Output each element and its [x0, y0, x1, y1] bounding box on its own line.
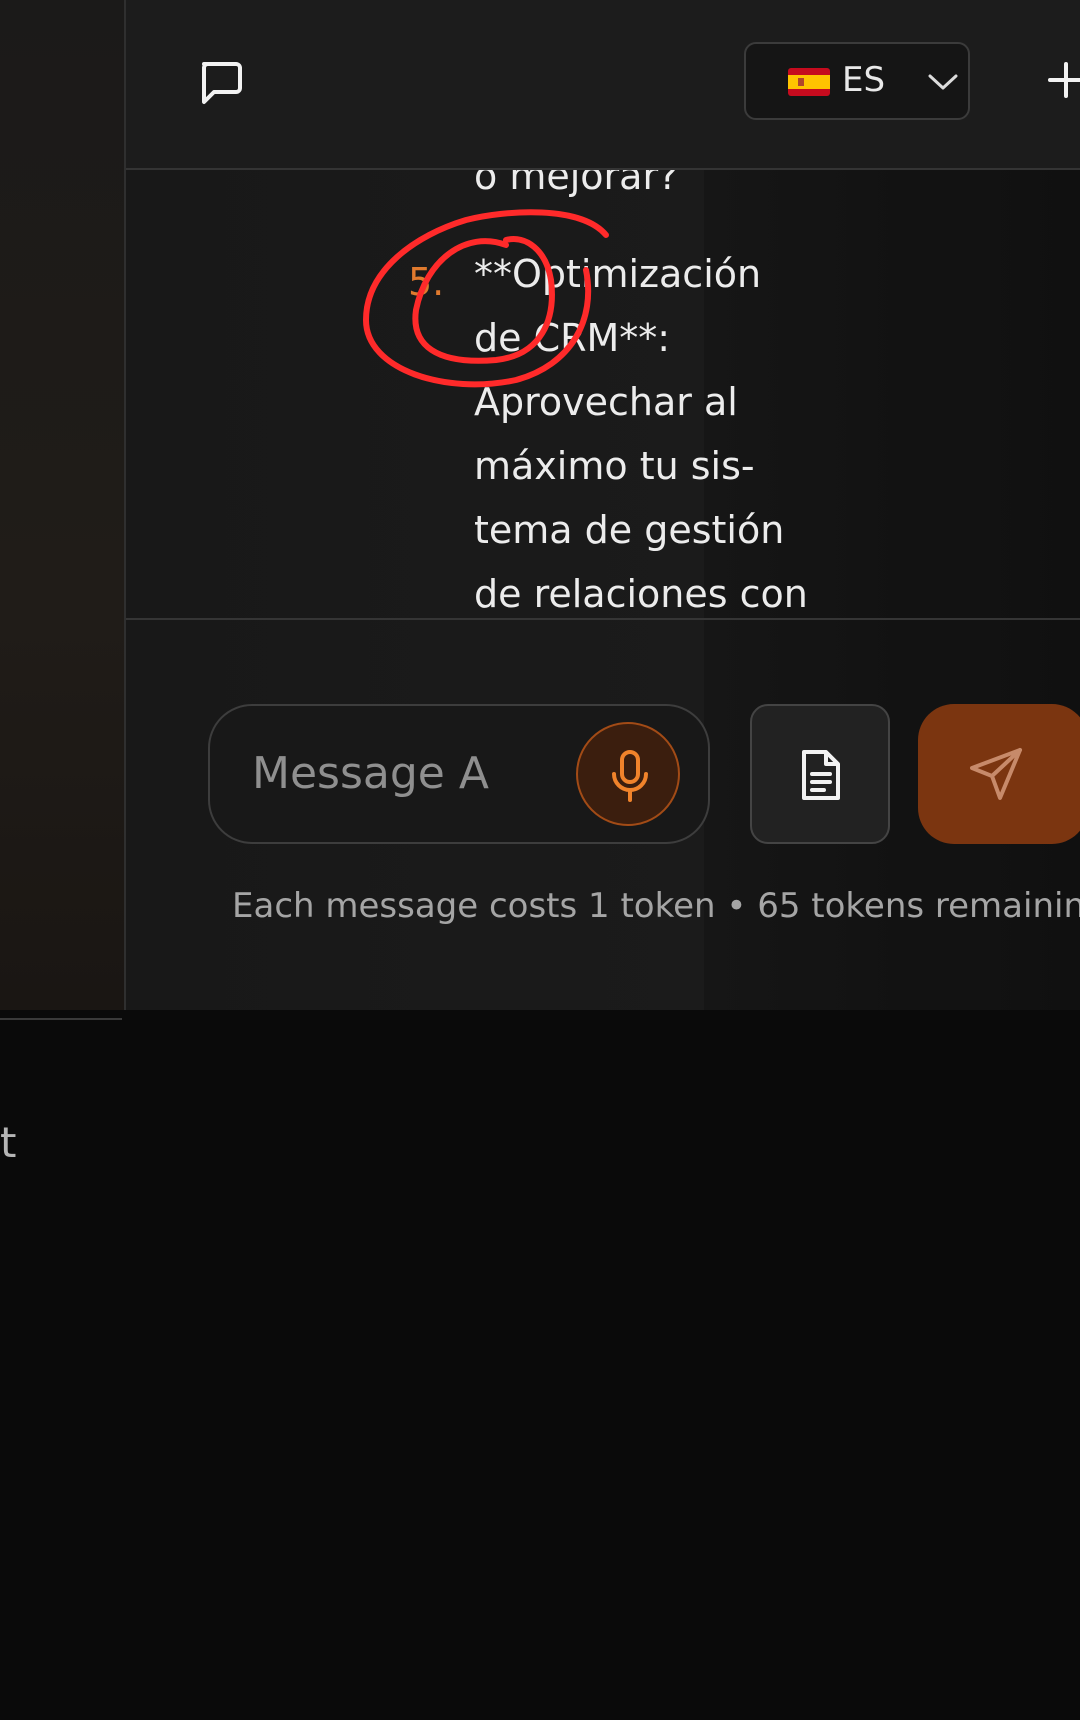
microphone-icon	[612, 750, 648, 802]
red-circle-annotation	[362, 209, 609, 388]
send-button[interactable]	[918, 704, 1080, 844]
chevron-down-icon	[928, 74, 958, 90]
sidebar-bottom-divider	[0, 1018, 122, 1020]
message-input-placeholder[interactable]: Message A	[252, 748, 489, 799]
sidebar-truncated-text: t	[0, 1118, 17, 1167]
message-input-box[interactable]: Message A	[208, 704, 710, 844]
attach-document-button[interactable]	[750, 704, 890, 844]
left-sidebar	[0, 0, 124, 1010]
message-line: de relaciones con	[474, 572, 808, 616]
message-line: o mejorar?	[474, 170, 679, 198]
send-icon	[970, 748, 1022, 800]
chat-bubble-icon[interactable]	[194, 56, 246, 108]
messages-divider	[126, 618, 1080, 620]
spain-flag-icon	[788, 68, 830, 96]
plus-icon[interactable]	[1046, 60, 1080, 100]
document-icon	[802, 750, 840, 800]
token-cost-info: Each message costs 1 token • 65 tokens r…	[232, 886, 1080, 926]
language-selector[interactable]: ES	[744, 42, 970, 120]
message-line: máximo tu sis-	[474, 444, 755, 488]
mic-button[interactable]	[576, 722, 680, 826]
message-line: tema de gestión	[474, 508, 785, 552]
language-code: ES	[842, 60, 886, 100]
